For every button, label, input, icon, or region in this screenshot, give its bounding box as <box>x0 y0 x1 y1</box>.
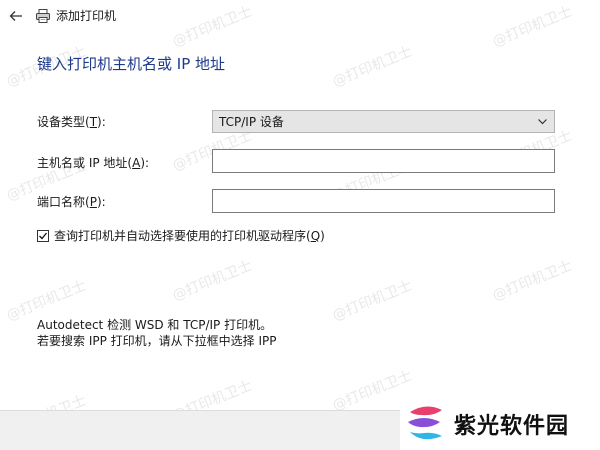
watermark: @打印机卫士 <box>330 43 415 91</box>
watermark: @打印机卫士 <box>490 257 575 305</box>
label-text: ) <box>320 229 325 243</box>
logo-text: 紫光软件园 <box>454 414 570 439</box>
back-button[interactable] <box>6 6 26 26</box>
info-text-line-2: 若要搜索 IPP 打印机，请从下拉框中选择 IPP <box>37 334 277 348</box>
label-text: 查询打印机并自动选择要使用的打印机驱动程序( <box>54 229 311 243</box>
accelerator-key: P <box>89 195 97 209</box>
auto-driver-checkbox-row[interactable]: 查询打印机并自动选择要使用的打印机驱动程序(Q) <box>37 228 325 244</box>
label-text: 端口名称( <box>37 195 90 209</box>
watermark: @打印机卫士 <box>170 257 255 305</box>
auto-driver-label: 查询打印机并自动选择要使用的打印机驱动程序(Q) <box>54 228 325 244</box>
window-title: 添加打印机 <box>56 9 117 23</box>
label-text: ): <box>96 195 106 209</box>
site-logo: 紫光软件园 <box>400 398 600 450</box>
label-text: ): <box>140 156 150 170</box>
accelerator-key: Q <box>310 229 321 243</box>
accelerator-key: T <box>89 115 98 129</box>
add-printer-dialog: @打印机卫士 @打印机卫士 @打印机卫士 @打印机卫士 @打印机卫士 @打印机卫… <box>0 0 600 450</box>
hostname-label: 主机名或 IP 地址(A): <box>37 155 149 171</box>
checkmark-icon <box>39 232 48 240</box>
label-text: ): <box>97 115 106 129</box>
printer-icon <box>36 9 50 23</box>
title-bar: 添加打印机 <box>0 0 600 32</box>
watermark: @打印机卫士 <box>330 277 415 325</box>
device-type-selected: TCP/IP 设备 <box>219 115 284 129</box>
chevron-down-icon <box>538 119 547 125</box>
logo-mark-icon <box>408 406 442 440</box>
info-text-line-1: Autodetect 检测 WSD 和 TCP/IP 打印机。 <box>37 318 273 332</box>
hostname-input[interactable] <box>212 149 555 173</box>
back-arrow-icon <box>9 11 22 21</box>
page-heading: 键入打印机主机名或 IP 地址 <box>37 55 226 73</box>
label-text: 主机名或 IP 地址( <box>37 156 133 170</box>
auto-driver-checkbox[interactable] <box>37 230 49 242</box>
label-text: 设备类型( <box>37 115 90 129</box>
device-type-select[interactable]: TCP/IP 设备 <box>212 110 555 133</box>
port-name-label: 端口名称(P): <box>37 194 106 210</box>
device-type-label: 设备类型(T): <box>37 114 106 130</box>
port-name-input[interactable] <box>212 189 555 213</box>
